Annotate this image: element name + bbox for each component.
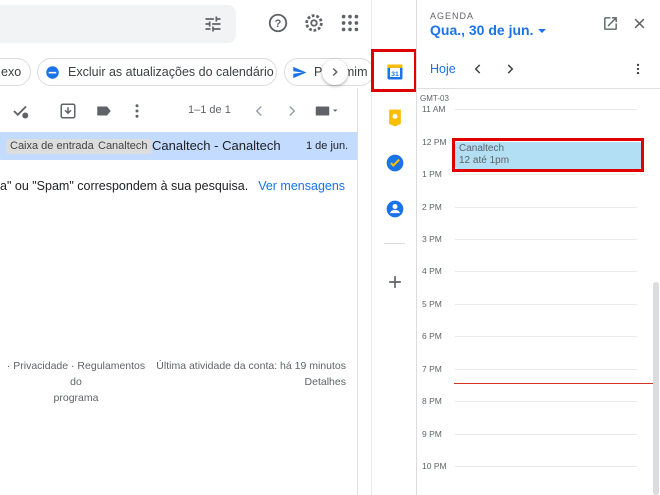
label-inbox[interactable]: Caixa de entrada: [6, 139, 98, 154]
hour-line: [455, 434, 637, 435]
footer-details-link[interactable]: Detalhes: [156, 374, 346, 390]
search-bar[interactable]: [0, 5, 236, 43]
calendar-panel: AGENDA Qua., 30 de jun. Hoje GMT-03 11 A…: [416, 0, 660, 495]
archive-icon[interactable]: [59, 102, 77, 120]
mark-read-icon[interactable]: [11, 102, 29, 120]
prev-page-icon[interactable]: [250, 102, 268, 120]
footer-policies: · Privacidade · Regulamentos do programa: [0, 358, 152, 406]
hour-label: 5 PM: [422, 299, 442, 309]
chip-label: exo: [1, 65, 22, 79]
email-date: 1 de jun.: [306, 140, 349, 152]
hour-row: 5 PM: [417, 299, 637, 309]
contacts-icon[interactable]: [385, 199, 405, 219]
hour-row: 2 PM: [417, 202, 637, 212]
email-subject: Canaltech - Canaltech: [152, 138, 281, 153]
keyboard-icon[interactable]: [313, 102, 341, 120]
hour-line: [455, 174, 637, 175]
chip-anexo[interactable]: exo: [0, 58, 31, 86]
prev-day-icon[interactable]: [471, 62, 485, 76]
open-new-window-icon[interactable]: [602, 15, 619, 32]
hour-label: 7 PM: [422, 364, 442, 374]
highlight-box-calendar: [371, 49, 417, 92]
hour-line: [455, 304, 637, 305]
hour-label: 8 PM: [422, 396, 442, 406]
minus-circle-icon: [46, 66, 59, 79]
label-icon[interactable]: [95, 102, 113, 120]
add-plus-icon[interactable]: [385, 272, 405, 292]
rail-divider: [384, 243, 405, 244]
pagination-count: 1–1 de 1: [188, 104, 231, 116]
search-result-message: a" ou "Spam" correspondem à sua pesquisa…: [0, 179, 345, 193]
hour-line: [455, 369, 637, 370]
hour-label: 3 PM: [422, 234, 442, 244]
today-button[interactable]: Hoje: [430, 62, 456, 76]
keep-icon[interactable]: [385, 108, 405, 128]
help-icon[interactable]: ?: [267, 12, 289, 34]
hour-label: 9 PM: [422, 429, 442, 439]
hour-row: 8 PM: [417, 396, 637, 406]
chip-label: Excluir as atualizações do calendário: [68, 65, 274, 79]
close-icon[interactable]: [632, 16, 647, 31]
hour-line: [455, 336, 637, 337]
footer-policies-line[interactable]: programa: [0, 390, 152, 406]
date-dropdown[interactable]: Qua., 30 de jun.: [430, 22, 547, 38]
hour-label: 1 PM: [422, 169, 442, 179]
hour-label: 12 PM: [422, 137, 447, 147]
result-text: a" ou "Spam" correspondem à sua pesquisa…: [0, 179, 249, 193]
apps-grid-icon[interactable]: [339, 12, 361, 34]
hour-line: [455, 401, 637, 402]
settings-gear-icon[interactable]: [303, 12, 325, 34]
hour-line: [455, 207, 637, 208]
svg-text:?: ?: [275, 18, 282, 30]
hour-label: 6 PM: [422, 331, 442, 341]
footer-policies-line[interactable]: · Privacidade · Regulamentos do: [0, 358, 152, 390]
email-row[interactable]: Caixa de entrada Canaltech Canaltech - C…: [0, 132, 357, 160]
tasks-icon[interactable]: [385, 153, 405, 173]
hour-row: 6 PM: [417, 331, 637, 341]
hour-label: 10 PM: [422, 461, 447, 471]
panel-section-title: AGENDA: [430, 11, 475, 21]
gmail-main: exo Excluir as atualizações do calendári…: [0, 0, 371, 495]
hour-row: 1 PM: [417, 169, 637, 179]
hour-line: [455, 466, 637, 467]
hour-line: [455, 109, 637, 110]
next-day-icon[interactable]: [503, 62, 517, 76]
timezone-label: GMT-03: [420, 94, 449, 103]
next-page-icon[interactable]: [283, 102, 301, 120]
view-messages-link[interactable]: Ver mensagens: [258, 179, 345, 193]
divider: [357, 88, 358, 495]
more-options-icon[interactable]: [631, 62, 645, 76]
hour-label: 2 PM: [422, 202, 442, 212]
chip-excluir-calendario[interactable]: Excluir as atualizações do calendário: [37, 58, 277, 86]
hour-line: [455, 239, 637, 240]
filter-chips: exo Excluir as atualizações do calendári…: [0, 58, 371, 86]
footer-activity-text: Última atividade da conta: há 19 minutos: [156, 360, 346, 372]
current-time-line: [454, 383, 654, 384]
send-icon: [293, 66, 307, 79]
panel-scrollbar[interactable]: [653, 282, 659, 495]
chips-next-button[interactable]: [322, 59, 348, 85]
hour-row: 10 PM: [417, 461, 637, 471]
hour-label: 4 PM: [422, 266, 442, 276]
date-label: Qua., 30 de jun.: [430, 22, 534, 38]
hour-row: 7 PM: [417, 364, 637, 374]
hour-row: 4 PM: [417, 266, 637, 276]
highlight-box-event: [452, 138, 644, 172]
header-divider: [417, 88, 660, 89]
chevron-right-icon: [332, 67, 338, 77]
hour-row: 9 PM: [417, 429, 637, 439]
hour-row: 3 PM: [417, 234, 637, 244]
hour-label: 11 AM: [422, 104, 446, 114]
dropdown-arrow-icon: [538, 29, 547, 34]
hour-row: 11 AM: [417, 104, 637, 114]
label-canaltech[interactable]: Canaltech: [94, 139, 152, 154]
hour-line: [455, 271, 637, 272]
footer-activity: Última atividade da conta: há 19 minutos…: [156, 358, 346, 390]
search-options-icon[interactable]: [203, 14, 223, 34]
more-vert-icon[interactable]: [128, 102, 146, 120]
